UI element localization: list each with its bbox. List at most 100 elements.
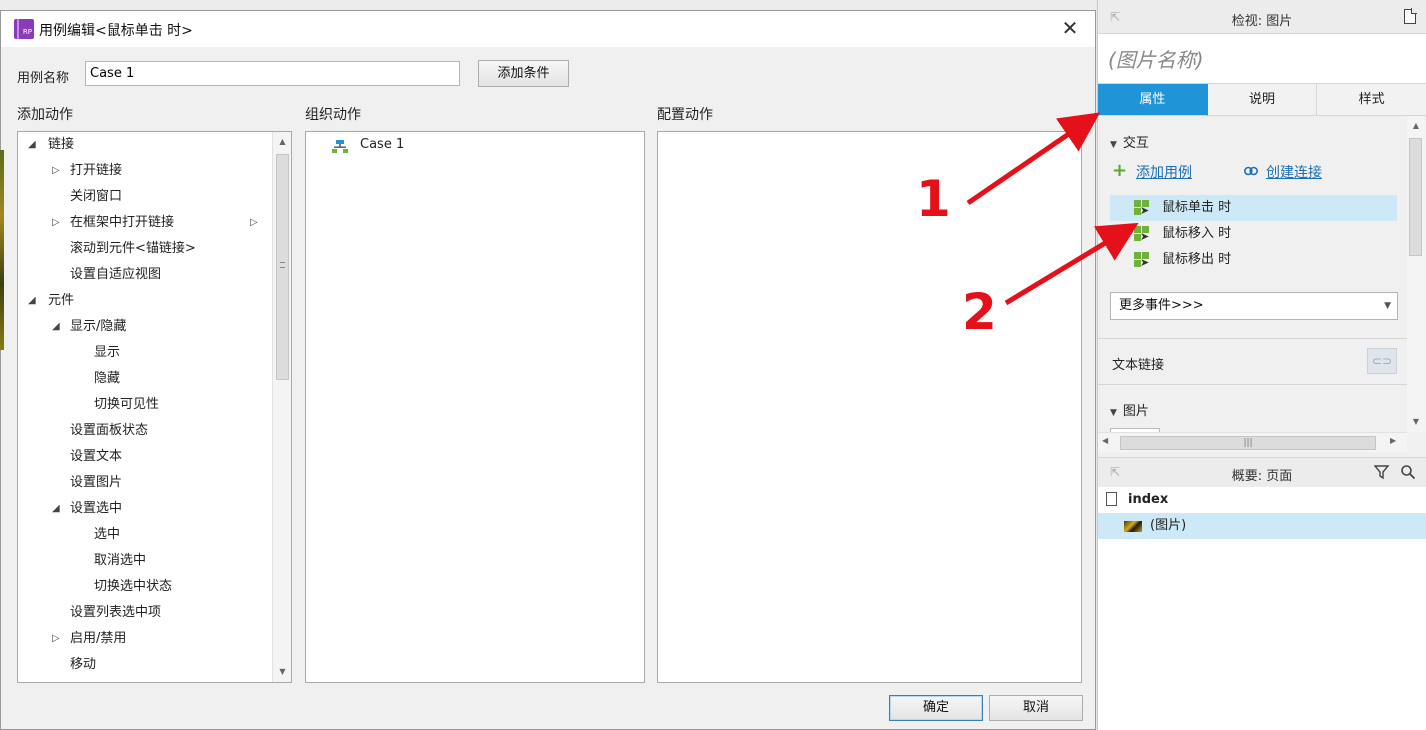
case-item[interactable]: Case 1 xyxy=(306,132,644,158)
action-tree-label: 打开链接 xyxy=(70,163,123,178)
chain-link-icon xyxy=(1244,165,1258,176)
action-tree-item[interactable]: 切换可见性 xyxy=(18,392,273,418)
image-section-title: 图片 xyxy=(1122,404,1149,419)
text-link-button[interactable]: ⊂⊃ xyxy=(1367,348,1397,374)
configure-action-panel xyxy=(657,131,1082,683)
action-tree-item[interactable]: 滚动到元件<锚链接> xyxy=(18,236,273,262)
action-tree-label: 设置图片 xyxy=(70,475,123,490)
action-tree-item[interactable]: ◢ 元件 xyxy=(18,288,273,314)
scroll-thumb[interactable] xyxy=(276,154,289,380)
cancel-button[interactable]: 取消 xyxy=(989,695,1083,721)
case-icon xyxy=(332,138,348,153)
hscroll-thumb[interactable]: ||| xyxy=(1120,436,1376,450)
close-icon[interactable]: ✕ xyxy=(1059,17,1081,39)
background-strip xyxy=(0,0,1096,10)
scroll-down-icon[interactable]: ▼ xyxy=(1407,414,1425,430)
scroll-down-icon[interactable]: ▼ xyxy=(273,664,292,680)
event-label: 鼠标单击 时 xyxy=(1162,200,1232,215)
scroll-thumb[interactable] xyxy=(1409,138,1422,256)
action-tree-label: 取消选中 xyxy=(94,553,147,568)
image-name-field[interactable]: (图片名称) xyxy=(1098,34,1426,84)
action-tree-item[interactable]: 选中 xyxy=(18,522,273,548)
inspector-title: 检视: 图片 xyxy=(1231,14,1293,29)
expanded-triangle-icon[interactable]: ◢ xyxy=(52,314,60,340)
tab-style[interactable]: 样式 xyxy=(1317,84,1426,116)
outline-widget-row[interactable]: (图片) xyxy=(1098,513,1426,539)
divider xyxy=(1098,384,1407,385)
action-tree-item[interactable]: 隐藏 xyxy=(18,366,273,392)
action-tree-item[interactable]: ◢ 链接 xyxy=(18,132,273,158)
action-tree-label: 移动 xyxy=(70,657,97,672)
add-case-link[interactable]: 添加用例 xyxy=(1136,162,1192,182)
event-mouse-enter[interactable]: ➤ 鼠标移入 时 xyxy=(1110,221,1397,247)
action-tree-item[interactable]: ▷ 在框架中打开链接 ▷ xyxy=(18,210,273,236)
ok-button[interactable]: 确定 xyxy=(889,695,983,721)
page-name: index xyxy=(1128,492,1169,507)
tab-properties[interactable]: 属性 xyxy=(1098,84,1208,116)
action-tree-item[interactable]: 移动 xyxy=(18,652,273,678)
scroll-up-icon[interactable]: ▲ xyxy=(273,134,292,150)
collapsed-triangle-icon[interactable]: ▷ xyxy=(52,210,60,236)
action-tree-scrollbar[interactable]: ▲ ▼ xyxy=(272,132,291,682)
create-link-link[interactable]: 创建连接 xyxy=(1266,162,1322,182)
expanded-triangle-icon[interactable]: ◢ xyxy=(52,496,60,522)
scroll-right-icon[interactable]: ▶ xyxy=(1390,436,1396,445)
annotation-label-2: 2 xyxy=(962,283,997,341)
properties-scrollbar[interactable]: ▲ ▼ xyxy=(1407,116,1425,432)
inspector-pane: ⇱ 检视: 图片 (图片名称) 属性 说明 样式 ▼ 交互 + 添加用例 创建连接… xyxy=(1097,0,1426,730)
action-tree-item[interactable]: 设置图片 xyxy=(18,470,273,496)
dialog-titlebar: RP 用例编辑<鼠标单击 时> ✕ xyxy=(1,11,1095,47)
scroll-left-icon[interactable]: ◀ xyxy=(1102,436,1108,445)
action-tree-item[interactable]: 关闭窗口 xyxy=(18,184,273,210)
event-icon: ➤ xyxy=(1134,200,1150,216)
action-tree-label: 选中 xyxy=(94,527,121,542)
collapsed-triangle-icon[interactable]: ▷ xyxy=(52,158,60,184)
tab-notes[interactable]: 说明 xyxy=(1207,84,1318,116)
case-name-label: 用例名称 xyxy=(17,71,70,86)
action-tree-label: 启用/禁用 xyxy=(70,631,127,646)
axure-app-icon: RP xyxy=(14,19,34,39)
filter-icon[interactable] xyxy=(1373,464,1390,484)
scroll-up-icon[interactable]: ▲ xyxy=(1407,118,1425,134)
action-tree-item[interactable]: ▷ 打开链接 xyxy=(18,158,273,184)
expanded-triangle-icon[interactable]: ◢ xyxy=(28,132,36,158)
action-tree-item[interactable]: ◢ 显示/隐藏 xyxy=(18,314,273,340)
collapsed-triangle-icon[interactable]: ▷ xyxy=(52,626,60,652)
background-photo-edge xyxy=(0,150,4,350)
action-tree-item[interactable]: 取消选中 xyxy=(18,548,273,574)
event-label: 鼠标移入 时 xyxy=(1162,226,1232,241)
properties-hscrollbar[interactable]: ◀ ||| ▶ xyxy=(1098,432,1407,452)
action-tree: ◢ 链接 ▷ 打开链接 关闭窗口 ▷ 在框架中打开链接 ▷ 滚动到元件<锚链接> 设置自适应视图 ◢… xyxy=(18,132,273,682)
action-tree-item[interactable]: ◢ 设置选中 xyxy=(18,496,273,522)
event-mouse-click[interactable]: ➤ 鼠标单击 时 xyxy=(1110,195,1397,221)
event-mouse-leave[interactable]: ➤ 鼠标移出 时 xyxy=(1110,247,1397,273)
action-tree-label: 切换选中状态 xyxy=(94,579,173,594)
action-tree-label: 关闭窗口 xyxy=(70,189,123,204)
configure-action-heading: 配置动作 xyxy=(657,107,713,123)
action-tree-item[interactable]: 设置面板状态 xyxy=(18,418,273,444)
action-tree-item[interactable]: 切换选中状态 xyxy=(18,574,273,600)
action-tree-label: 设置面板状态 xyxy=(70,423,149,438)
image-section-header[interactable]: ▼ 图片 xyxy=(1110,400,1149,419)
more-events-select[interactable]: 更多事件>>> ▼ xyxy=(1110,292,1398,320)
add-condition-button[interactable]: 添加条件 xyxy=(478,60,569,87)
action-tree-item[interactable]: 设置列表选中项 xyxy=(18,600,273,626)
inspector-header: ⇱ 检视: 图片 xyxy=(1098,0,1426,34)
action-tree-item[interactable]: ▷ 启用/禁用 xyxy=(18,626,273,652)
action-tree-item[interactable]: 设置文本 xyxy=(18,444,273,470)
expanded-triangle-icon[interactable]: ◢ xyxy=(28,288,36,314)
interaction-section-header[interactable]: ▼ 交互 xyxy=(1110,132,1149,151)
document-icon[interactable] xyxy=(1404,8,1417,24)
action-tree-item[interactable]: 设置自适应视图 xyxy=(18,262,273,288)
case-name-input[interactable] xyxy=(85,61,460,86)
inspector-tabs: 属性 说明 样式 xyxy=(1098,84,1426,116)
page-icon xyxy=(1106,492,1117,506)
outline-page-row[interactable]: index xyxy=(1098,487,1426,513)
action-tree-item[interactable]: 显示 xyxy=(18,340,273,366)
chevron-down-icon: ▼ xyxy=(1384,301,1391,311)
search-icon[interactable] xyxy=(1400,464,1416,484)
submenu-arrow-icon: ▷ xyxy=(250,217,258,228)
dialog-title: 用例编辑<鼠标单击 时> xyxy=(39,23,193,39)
annotation-label-1: 1 xyxy=(916,170,951,228)
action-tree-panel: ◢ 链接 ▷ 打开链接 关闭窗口 ▷ 在框架中打开链接 ▷ 滚动到元件<锚链接> 设置自适应视图 ◢… xyxy=(17,131,292,683)
